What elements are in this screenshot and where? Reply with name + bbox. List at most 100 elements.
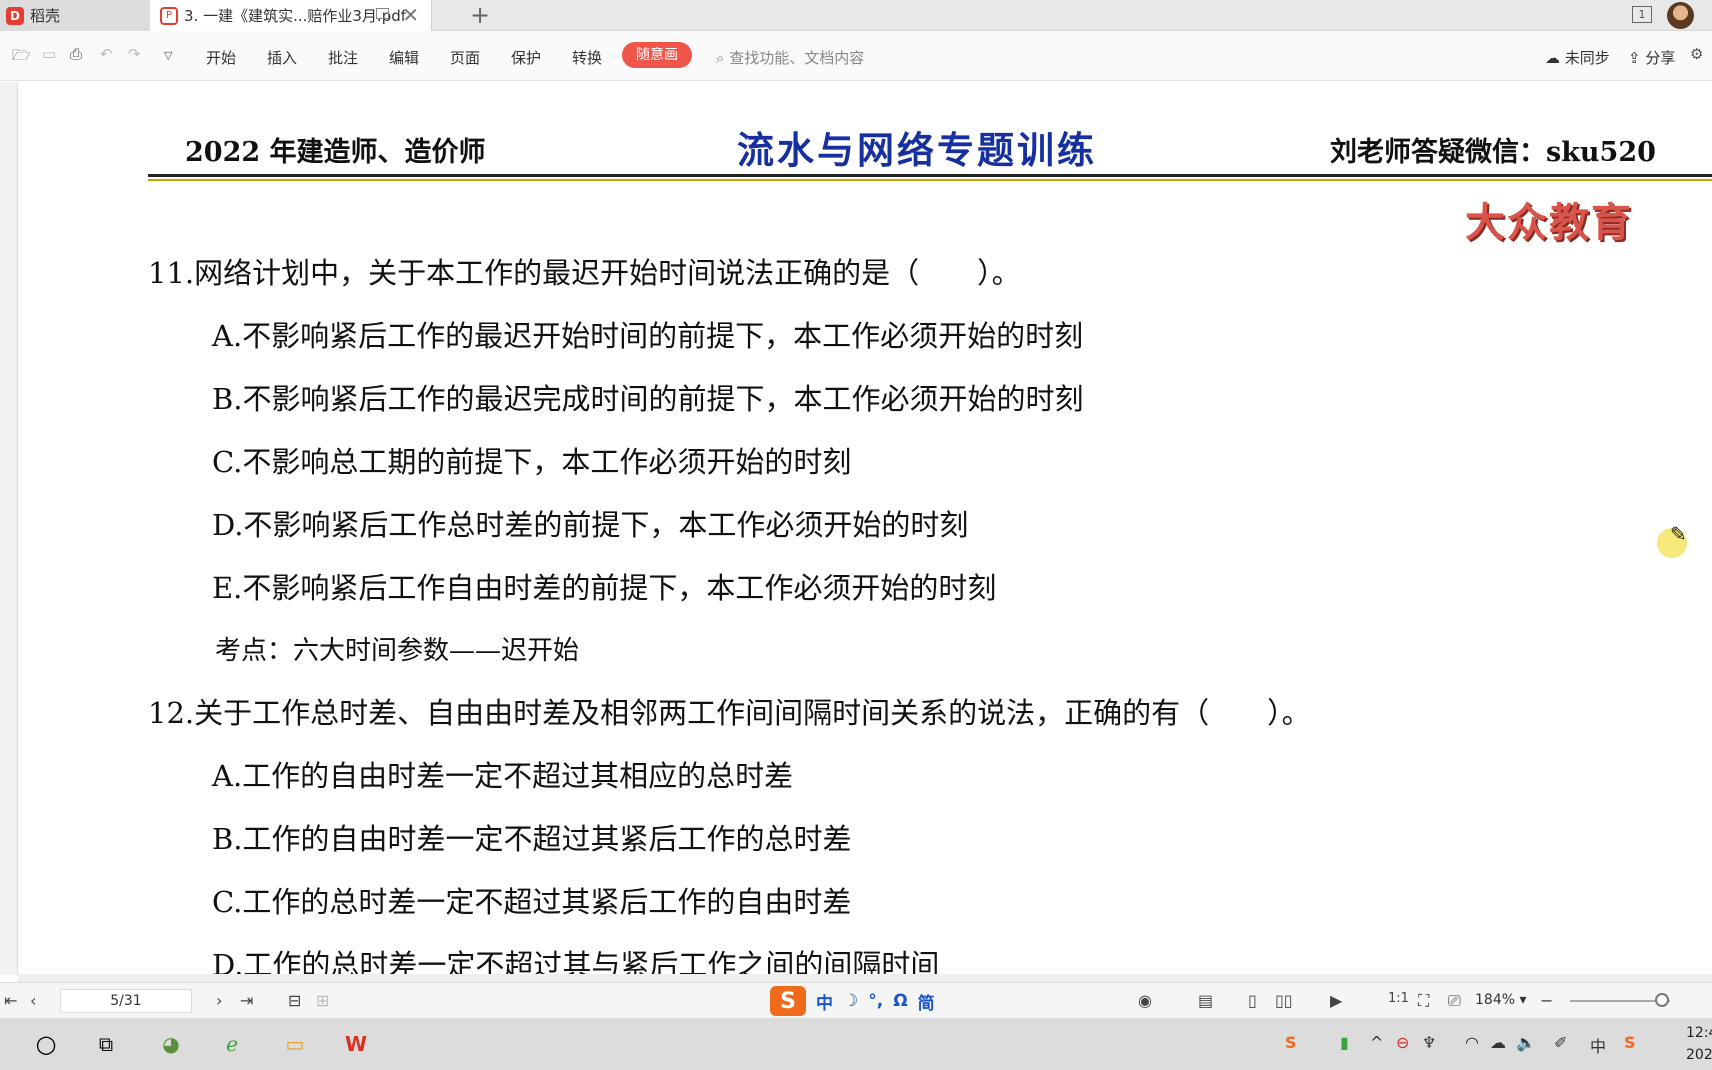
print-icon[interactable]: ⎙	[70, 45, 82, 63]
q11-option-e: E.不影响紧后工作自由时差的前提下，本工作必须开始的时刻	[212, 571, 997, 605]
sogou-tray-icon-2[interactable]: S	[1624, 1033, 1636, 1052]
undo-icon[interactable]: ↶	[100, 45, 113, 63]
play-icon[interactable]: ▶	[1330, 991, 1342, 1010]
search-box[interactable]: ⌕ 查找功能、文档内容	[716, 47, 864, 68]
single-page-icon[interactable]: ▤	[1198, 991, 1213, 1010]
menu-start[interactable]: 开始	[206, 47, 236, 68]
zoom-out-icon[interactable]: −	[1540, 991, 1553, 1010]
question-11: 11.网络计划中，关于本工作的最迟开始时间说法正确的是（ ）。	[148, 256, 1021, 290]
last-page-icon[interactable]: ⇥	[240, 991, 253, 1010]
search-placeholder: 查找功能、文档内容	[729, 49, 865, 67]
pin-window-icon[interactable]	[376, 8, 389, 19]
page-header-title: 流水与网络专题训练	[737, 128, 1097, 172]
tab-home-label: 稻壳	[30, 7, 61, 25]
sogou-tray-icon[interactable]: S	[1285, 1033, 1297, 1052]
brand-watermark: 大众教育	[1465, 199, 1633, 246]
wps-office-icon[interactable]: W	[340, 1028, 372, 1060]
avatar[interactable]	[1667, 2, 1694, 29]
q12-option-d: D.工作的总时差一定不超过其与紧后工作之间的间隔时间	[212, 948, 940, 975]
share-label: 分享	[1645, 49, 1676, 67]
zoom-level[interactable]: 184% ▾	[1475, 992, 1527, 1008]
menu-insert[interactable]: 插入	[267, 47, 297, 68]
ime-simplified-mode[interactable]: 简	[918, 989, 935, 1014]
menu-freehand-draw[interactable]: 随意画	[622, 42, 692, 68]
sync-status-button[interactable]: ☁ 未同步	[1545, 47, 1610, 68]
start-circle-icon[interactable]: ○	[30, 1028, 62, 1060]
sync-label: 未同步	[1564, 49, 1610, 67]
tab-home[interactable]: D 稻壳	[0, 0, 150, 31]
quick-access-dropdown-icon[interactable]: ▽	[164, 49, 172, 62]
file-explorer-icon[interactable]: ▭	[279, 1028, 311, 1060]
settings-gear-icon[interactable]: ⚙	[1690, 45, 1703, 63]
clock-date: 2022/	[1686, 1047, 1712, 1063]
dual-page-icon[interactable]: ▯▯	[1275, 991, 1293, 1010]
menu-edit[interactable]: 编辑	[389, 47, 419, 68]
menu-convert[interactable]: 转换	[572, 47, 602, 68]
browser-icon[interactable]: ℯ	[216, 1028, 248, 1060]
battery-icon[interactable]: ▮	[1340, 1033, 1349, 1052]
wifi-icon[interactable]: ◠	[1465, 1033, 1479, 1052]
new-tab-button[interactable]: +	[470, 0, 490, 30]
input-language-indicator[interactable]: 中	[1590, 1033, 1606, 1057]
menu-protect[interactable]: 保护	[511, 47, 541, 68]
q12-option-c: C.工作的总时差一定不超过其紧后工作的自由时差	[212, 885, 852, 919]
share-button[interactable]: ⇪ 分享	[1628, 47, 1675, 68]
volume-icon[interactable]: 🔈	[1516, 1033, 1536, 1052]
actual-size-icon[interactable]: 1:1	[1388, 991, 1409, 1006]
page-header-right: 刘老师答疑微信：sku520	[1330, 137, 1656, 168]
cloud-icon: ☁	[1545, 49, 1560, 67]
close-tab-button[interactable]: ✕	[402, 3, 419, 27]
page-header-left: 2022 年建造师、造价师	[185, 137, 486, 168]
back-icon[interactable]: ⊟	[288, 991, 301, 1010]
menu-annotate[interactable]: 批注	[328, 47, 358, 68]
system-clock[interactable]: 12:4 2022/	[1686, 1022, 1712, 1066]
q11-option-b: B.不影响紧后工作的最迟完成时间的前提下，本工作必须开始的时刻	[212, 382, 1084, 416]
open-folder-icon[interactable]: 🗁	[12, 45, 31, 70]
forward-icon[interactable]: ⊞	[316, 991, 329, 1010]
ime-chinese-mode[interactable]: 中	[816, 989, 833, 1014]
sogou-ime-icon[interactable]: S	[770, 986, 806, 1016]
windows-taskbar: ○ ⧉ ◕ ℯ ▭ W S ▮ ^ ⊖ ♆ ◠ ☁ 🔈 ✐ 中 S 12:4 2…	[0, 1018, 1712, 1070]
ime-toolbar[interactable]: S 中 ☽ °, Ω 简	[770, 986, 935, 1016]
redo-icon[interactable]: ↷	[128, 45, 141, 63]
search-icon: ⌕	[716, 49, 725, 67]
app-icon-palette[interactable]: ◕	[155, 1028, 187, 1060]
eye-protect-icon[interactable]: ◉	[1138, 991, 1152, 1010]
pen-tray-icon[interactable]: ✐	[1554, 1033, 1567, 1052]
ime-moon-icon[interactable]: ☽	[843, 991, 858, 1011]
page-number-input[interactable]: 5/31	[60, 989, 192, 1013]
question-12: 12.关于工作总时差、自由由时差及相邻两工作间间隔时间关系的说法，正确的有（ ）…	[148, 696, 1311, 730]
first-page-icon[interactable]: ⇤	[4, 991, 17, 1010]
pdf-icon: P	[160, 6, 178, 25]
q11-option-a: A.不影响紧后工作的最迟开始时间的前提下，本工作必须开始的时刻	[212, 319, 1084, 353]
menu-page[interactable]: 页面	[450, 47, 480, 68]
antivirus-tray-icon[interactable]: ⊖	[1396, 1033, 1409, 1052]
ime-punctuation-icon[interactable]: °,	[868, 991, 883, 1011]
continuous-page-icon[interactable]: ▯	[1248, 991, 1257, 1010]
share-icon: ⇪	[1628, 49, 1641, 67]
zoom-slider-knob[interactable]	[1655, 993, 1669, 1007]
docer-logo-icon: D	[6, 6, 24, 25]
main-toolbar: 🗁 ▭ ⎙ ↶ ↷ ▽ 开始 插入 批注 编辑 页面 保护 转换 随意画 ⌕ 查…	[0, 31, 1712, 81]
left-panel-edge	[0, 82, 18, 975]
q12-option-b: B.工作的自由时差一定不超过其紧后工作的总时差	[212, 822, 852, 856]
header-rule	[148, 174, 1712, 177]
horizontal-scrollbar[interactable]	[18, 974, 1712, 982]
tab-document[interactable]: P 3. 一建《建筑实...赔作业3月.pdf ✕	[150, 0, 432, 31]
fit-page-icon[interactable]: ⛶	[1418, 991, 1429, 1011]
q11-option-c: C.不影响总工期的前提下，本工作必须开始的时刻	[212, 445, 852, 479]
tray-app-icon[interactable]: ♆	[1422, 1033, 1436, 1052]
fit-width-icon[interactable]: ⎚	[1448, 991, 1461, 1011]
prev-page-icon[interactable]: ‹	[30, 991, 36, 1010]
q12-option-a: A.工作的自由时差一定不超过其相应的总时差	[212, 759, 794, 793]
pen-cursor-icon: ✎	[1670, 522, 1687, 546]
next-page-icon[interactable]: ›	[216, 991, 222, 1010]
task-view-icon[interactable]: ⧉	[90, 1028, 122, 1060]
window-count-badge[interactable]: 1	[1632, 6, 1652, 23]
document-viewport[interactable]: 2022 年建造师、造价师 流水与网络专题训练 刘老师答疑微信：sku520 大…	[0, 82, 1712, 975]
save-icon[interactable]: ▭	[42, 45, 56, 63]
tab-document-label: 3. 一建《建筑实...赔作业3月.pdf	[184, 7, 407, 25]
onedrive-icon[interactable]: ☁	[1490, 1033, 1506, 1052]
tray-expand-icon[interactable]: ^	[1370, 1033, 1383, 1052]
ime-omega-icon[interactable]: Ω	[893, 991, 907, 1011]
